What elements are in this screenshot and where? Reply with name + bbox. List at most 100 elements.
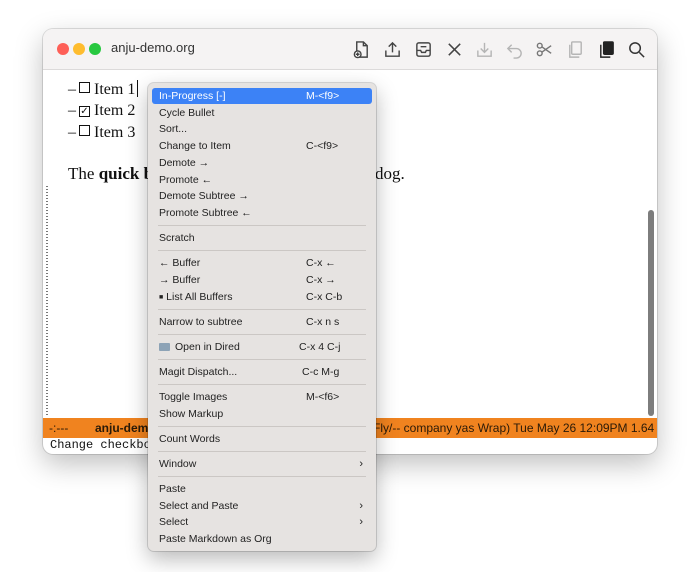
para-text: The: [68, 164, 95, 183]
menu-item-shortcut: C-c M-g: [302, 366, 340, 378]
menu-item-select-and-paste[interactable]: Select and Paste ›: [152, 498, 372, 514]
close-window-button[interactable]: [57, 43, 69, 55]
new-file-icon[interactable]: [351, 38, 371, 60]
para-end-text: dog.: [375, 164, 405, 183]
item-label: Item 3: [94, 124, 136, 141]
menu-item-shortcut: M-<f6>: [306, 391, 340, 403]
menu-item-label: Sort...: [159, 123, 188, 135]
menu-item-toggle-images[interactable]: Toggle Images M-<f6>: [152, 389, 372, 405]
menu-item-label: Demote Subtree →: [159, 190, 249, 202]
minimize-window-button[interactable]: [73, 43, 85, 55]
menu-separator: [158, 225, 366, 226]
menu-item-label: Select: [159, 516, 189, 528]
menu-item-paste-markdown-as-org[interactable]: Paste Markdown as Org: [152, 531, 372, 547]
submenu-arrow-icon: ›: [359, 516, 363, 528]
menu-item-label: Open in Dired: [175, 341, 240, 353]
menu-item-narrow-to-subtree[interactable]: Narrow to subtree C-x n s: [152, 314, 372, 330]
fringe-indicator: [46, 186, 48, 416]
cut-icon[interactable]: [534, 38, 554, 60]
menu-item-shortcut: C-x n s: [306, 316, 340, 328]
menu-item-label: Paste Markdown as Org: [159, 533, 272, 545]
menu-item-next-buffer[interactable]: → Buffer C-x →: [152, 272, 372, 288]
menu-separator: [158, 476, 366, 477]
menu-item-label: → Buffer: [159, 274, 201, 286]
menu-item-paste[interactable]: Paste: [152, 481, 372, 497]
menu-item-shortcut: C-x ←: [306, 257, 336, 269]
menu-item-demote[interactable]: Demote →: [152, 155, 372, 171]
list-item[interactable]: – Item 1: [68, 80, 139, 99]
close-icon[interactable]: [444, 38, 464, 60]
menu-item-promote-subtree[interactable]: Promote Subtree ←: [152, 205, 372, 221]
menu-item-label: Narrow to subtree: [159, 316, 243, 328]
list-item[interactable]: – ✓ Item 2: [68, 102, 135, 120]
menu-item-label: Promote Subtree ←: [159, 207, 252, 219]
maximize-window-button[interactable]: [89, 43, 101, 55]
list-item[interactable]: – Item 3: [68, 124, 135, 142]
list-dash: –: [68, 81, 76, 98]
menu-separator: [158, 451, 366, 452]
menu-item-promote[interactable]: Promote ←: [152, 172, 372, 188]
vertical-scrollbar[interactable]: [648, 210, 654, 416]
menu-separator: [158, 309, 366, 310]
upload-icon[interactable]: [382, 38, 402, 60]
menu-separator: [158, 384, 366, 385]
menu-item-demote-subtree[interactable]: Demote Subtree →: [152, 188, 372, 204]
menu-item-magit-dispatch[interactable]: Magit Dispatch... C-c M-g: [152, 364, 372, 380]
menu-item-label: Scratch: [159, 232, 195, 244]
list-dash: –: [68, 102, 76, 119]
menu-separator: [158, 334, 366, 335]
window-title: anju-demo.org: [111, 40, 195, 55]
menu-item-shortcut: C-<f9>: [306, 140, 339, 152]
menu-separator: [158, 359, 366, 360]
menu-item-label: Show Markup: [159, 408, 224, 420]
menu-item-label: Magit Dispatch...: [159, 366, 238, 378]
inbox-icon[interactable]: [413, 38, 433, 60]
menu-item-select[interactable]: Select ›: [152, 514, 372, 530]
menu-item-label: Change to Item: [159, 140, 231, 152]
paste-icon[interactable]: [596, 38, 616, 60]
menu-item-scratch[interactable]: Scratch: [152, 230, 372, 246]
menu-item-open-in-dired[interactable]: Open in Dired C-x 4 C-j: [152, 339, 372, 355]
checkbox-unchecked[interactable]: [79, 82, 90, 93]
menu-item-label: ← Buffer: [159, 257, 201, 269]
paragraph: The quick b dog.: [68, 164, 405, 184]
menu-item-label: Cycle Bullet: [159, 107, 215, 119]
menu-item-shortcut: C-x →: [306, 274, 336, 286]
modeline-info: Fly/-- company yas Wrap) Tue May 26 12:0…: [373, 421, 655, 435]
checkbox-unchecked[interactable]: [79, 125, 90, 136]
search-icon[interactable]: [626, 38, 646, 60]
download-icon[interactable]: [474, 38, 494, 60]
context-menu: In-Progress [-] M-<f9> Cycle Bullet Sort…: [148, 83, 376, 551]
menu-separator: [158, 250, 366, 251]
list-icon: ■: [159, 294, 164, 301]
menu-item-previous-buffer[interactable]: ← Buffer C-x ←: [152, 255, 372, 271]
menu-item-cycle-bullet[interactable]: Cycle Bullet: [152, 105, 372, 121]
menu-item-shortcut: M-<f9>: [306, 90, 340, 102]
modeline-buffer-name: anju-dem: [95, 421, 149, 435]
menu-item-in-progress[interactable]: In-Progress [-] M-<f9>: [152, 88, 372, 104]
menu-item-count-words[interactable]: Count Words: [152, 431, 372, 447]
para-bold-text: quick b: [98, 164, 154, 183]
menu-item-change-to-item[interactable]: Change to Item C-<f9>: [152, 138, 372, 154]
checkbox-checked[interactable]: ✓: [79, 106, 90, 117]
copy-icon[interactable]: [565, 38, 585, 60]
text-cursor: [137, 80, 139, 97]
menu-item-shortcut: C-x 4 C-j: [299, 341, 341, 353]
menu-item-shortcut: C-x C-b: [306, 291, 343, 303]
echo-area: Change checkbox: [50, 438, 159, 452]
menu-item-label: In-Progress [-]: [159, 90, 226, 102]
menu-item-window[interactable]: Window ›: [152, 456, 372, 472]
menu-item-label: Paste: [159, 483, 186, 495]
menu-item-label: Promote ←: [159, 174, 213, 186]
item-label: Item 1: [94, 81, 136, 98]
submenu-arrow-icon: ›: [359, 458, 363, 470]
menu-item-list-all-buffers[interactable]: ■ List All Buffers C-x C-b: [152, 289, 372, 305]
modeline-status: -:---: [49, 421, 69, 435]
menu-item-label: Select and Paste: [159, 500, 239, 512]
folder-icon: [159, 343, 170, 351]
menu-item-label: List All Buffers: [166, 291, 233, 303]
menu-item-sort[interactable]: Sort...: [152, 121, 372, 137]
undo-icon[interactable]: [504, 38, 524, 60]
menu-item-show-markup[interactable]: Show Markup: [152, 406, 372, 422]
list-dash: –: [68, 124, 76, 141]
